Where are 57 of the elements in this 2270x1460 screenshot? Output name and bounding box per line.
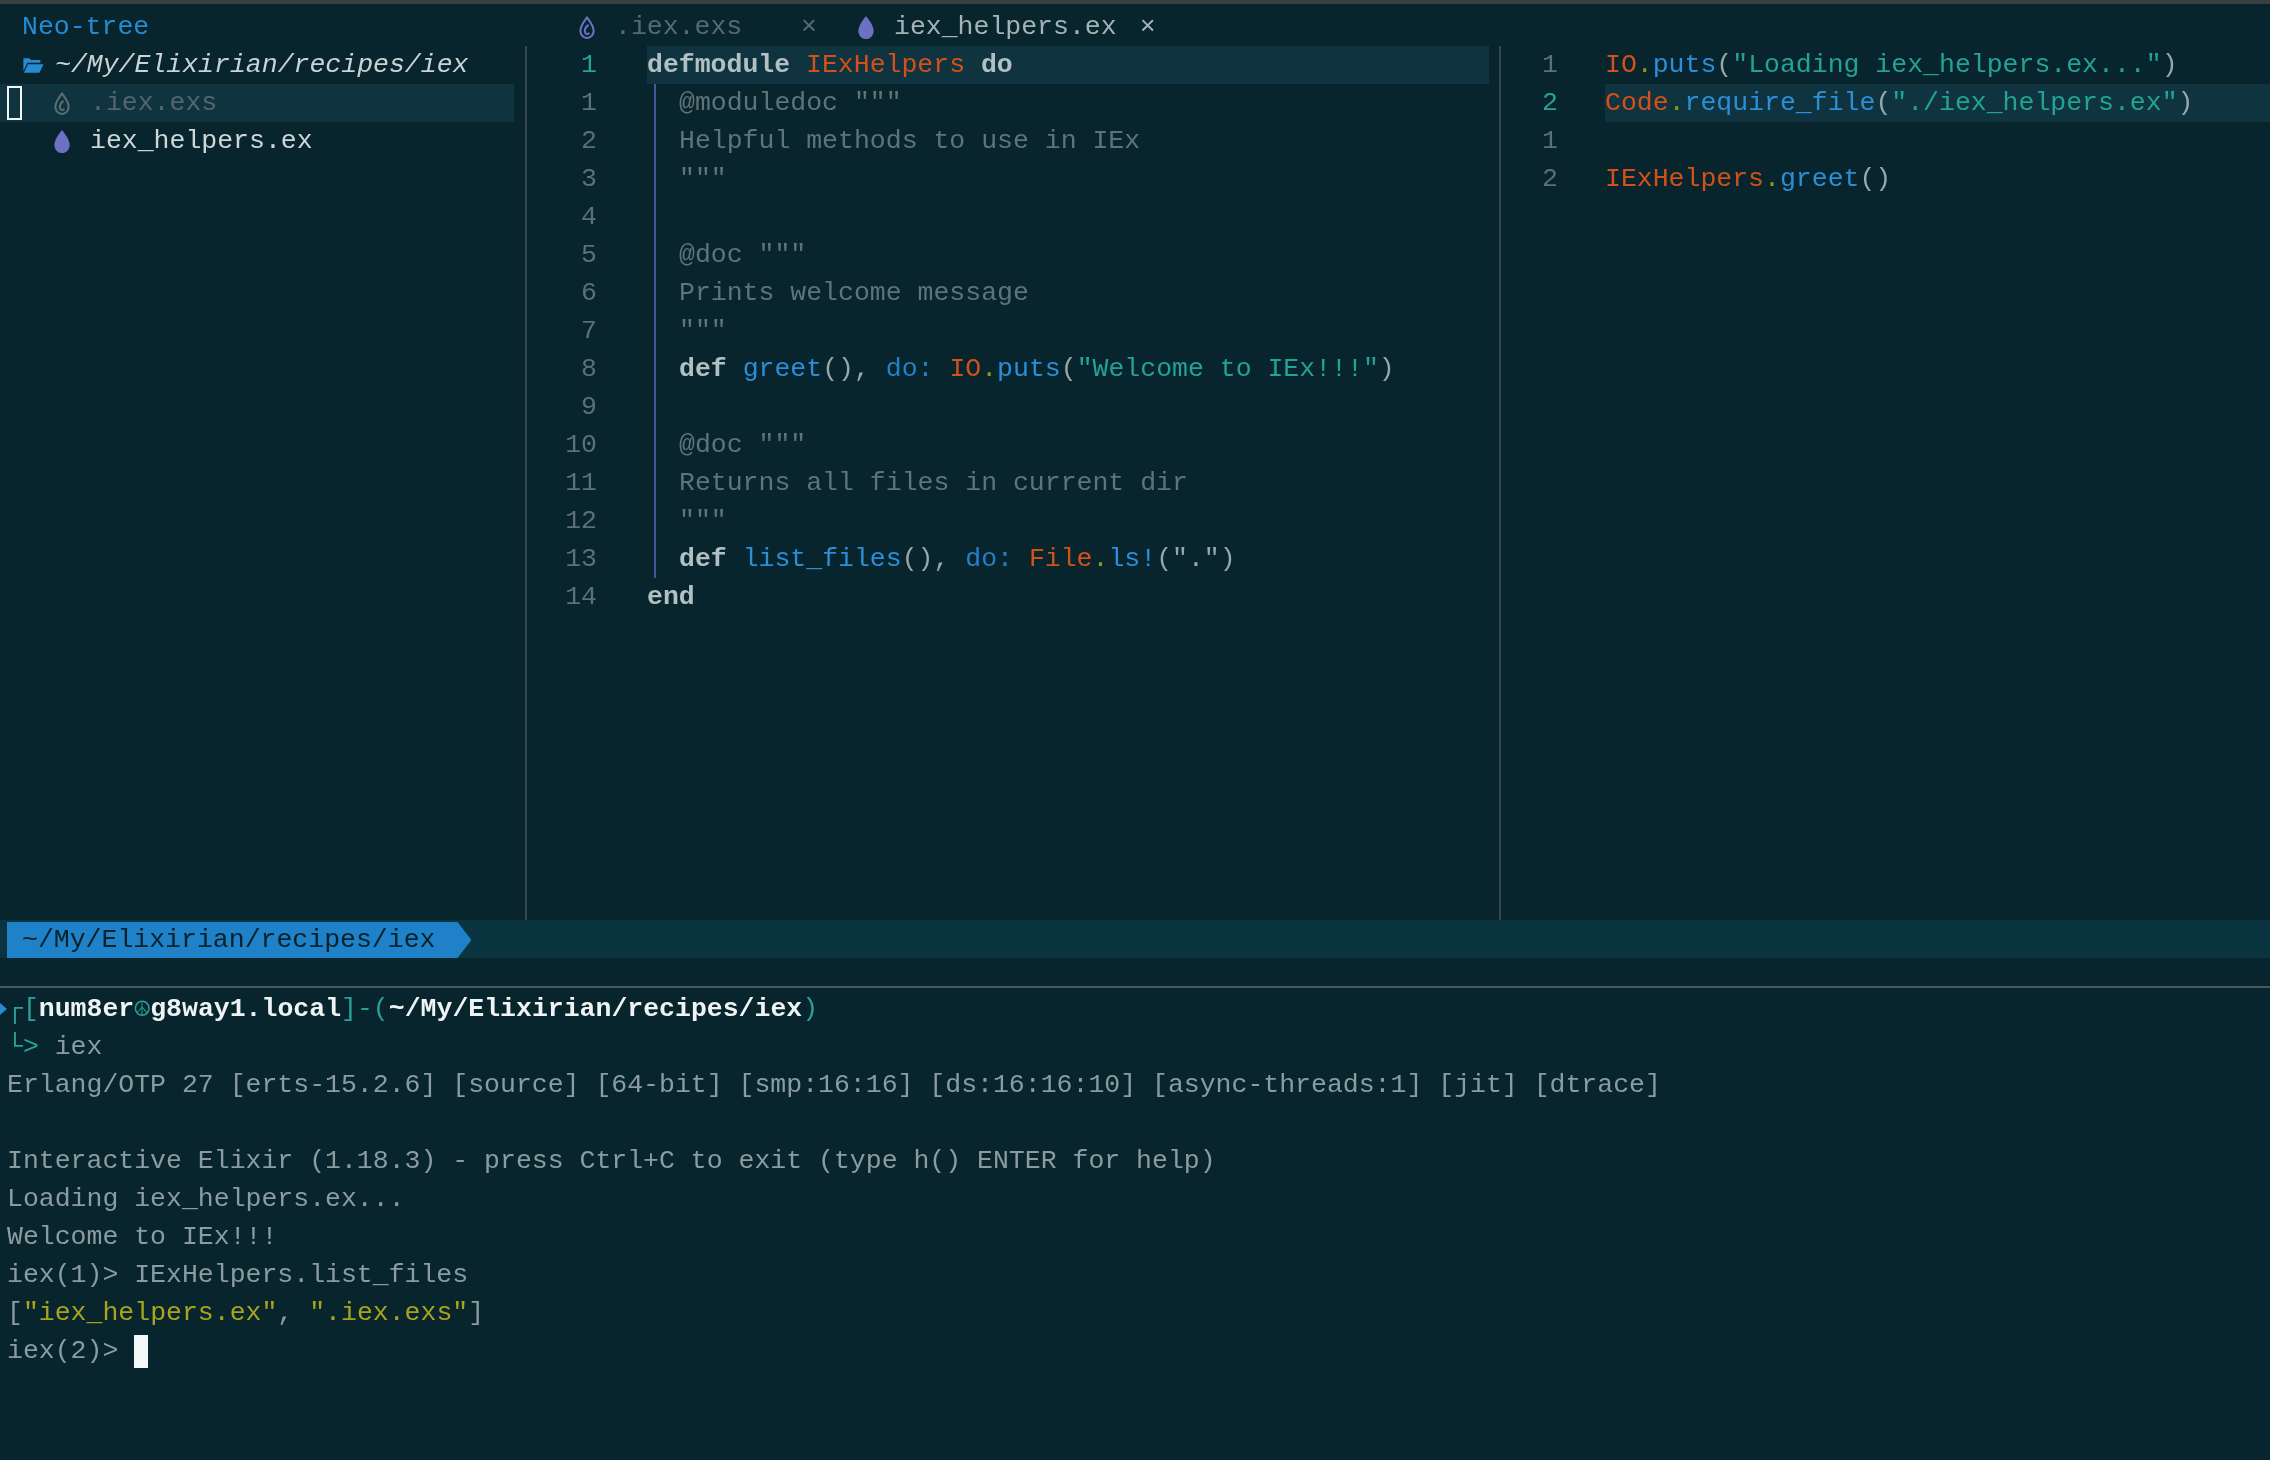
- code-line: Prints welcome message: [679, 277, 1029, 310]
- text-cursor-icon: [7, 86, 22, 120]
- triangle-marker-icon: [0, 1002, 7, 1016]
- code-line: defmodule IExHelpers do: [647, 49, 1013, 82]
- open-folder-icon: [22, 56, 44, 74]
- swirl-drop-icon: [579, 15, 595, 39]
- code-line: @moduledoc """: [679, 87, 902, 120]
- line-number: 7: [581, 315, 597, 348]
- line-number: 14: [565, 581, 597, 614]
- code-line: Code.require_file("./iex_helpers.ex"): [1605, 87, 2194, 120]
- line-number: 1: [581, 49, 597, 82]
- terminal-line: Loading iex_helpers.ex...: [7, 1183, 405, 1216]
- tree-item[interactable]: iex_helpers.ex: [0, 122, 514, 160]
- line-number: 1: [581, 87, 597, 120]
- line-number: 10: [565, 429, 597, 462]
- line-number: 8: [581, 353, 597, 386]
- code-line: Helpful methods to use in IEx: [679, 125, 1141, 158]
- code-line: @doc """: [679, 239, 807, 272]
- line-number: 9: [581, 391, 597, 424]
- folder-item[interactable]: ~/My/Elixirian/recipes/iex: [0, 46, 525, 84]
- line-number: 12: [565, 505, 597, 538]
- line-number: 6: [581, 277, 597, 310]
- tab[interactable]: iex_helpers.ex ×: [846, 8, 1168, 46]
- line-number: 3: [581, 163, 597, 196]
- panel-title: Neo-tree: [22, 12, 150, 42]
- code-line: end: [647, 581, 695, 614]
- line-number: 2: [581, 125, 597, 158]
- line-number: 4: [581, 201, 597, 234]
- line-number: 11: [565, 467, 597, 500]
- code-line: Returns all files in current dir: [679, 467, 1188, 500]
- line-number: 1: [1542, 49, 1558, 82]
- status-path: ~/My/Elixirian/recipes/iex: [7, 922, 472, 958]
- terminal-line: Erlang/OTP 27 [erts-15.2.6] [source] [64-bit] [smp:16:16] [ds:16:16:10] [async-threads:1] [jit] [dtrace]: [7, 1069, 1661, 1102]
- terminal-line: ["iex_helpers.ex", ".iex.exs"]: [7, 1297, 485, 1330]
- code-line: """: [679, 505, 727, 538]
- code-line: """: [679, 163, 727, 196]
- terminal-line: Welcome to IEx!!!: [7, 1221, 278, 1254]
- code-line: @doc """: [679, 429, 807, 462]
- line-number: 5: [581, 239, 597, 272]
- prompt-line: ┌[num8er☮g8way1.local]-(~/My/Elixirian/recipes/iex): [7, 993, 819, 1026]
- code-line: IExHelpers.greet(): [1605, 163, 1892, 196]
- line-number: 2: [1542, 87, 1558, 120]
- code-line: """: [679, 315, 727, 348]
- line-number: 1: [1542, 125, 1558, 158]
- swirl-drop-icon: [54, 91, 70, 115]
- line-number: 13: [565, 543, 597, 576]
- code-line: def greet(), do: IO.puts("Welcome to IEx!!!"): [679, 353, 1395, 386]
- close-button[interactable]: ×: [1139, 8, 1156, 46]
- terminal-line: iex(1)> IExHelpers.list_files: [7, 1259, 469, 1292]
- line-number: 2: [1542, 163, 1558, 196]
- code-line: IO.puts("Loading iex_helpers.ex..."): [1605, 49, 2178, 82]
- command-line: └> iex: [7, 1031, 103, 1064]
- terminal-line: Interactive Elixir (1.18.3) - press Ctrl+C to exit (type h() ENTER for help): [7, 1145, 1216, 1178]
- code-line: def list_files(), do: File.ls!("."): [679, 543, 1236, 576]
- terminal-prompt: iex(2)>: [7, 1335, 119, 1368]
- drop-icon: [858, 15, 874, 39]
- drop-icon: [54, 129, 70, 153]
